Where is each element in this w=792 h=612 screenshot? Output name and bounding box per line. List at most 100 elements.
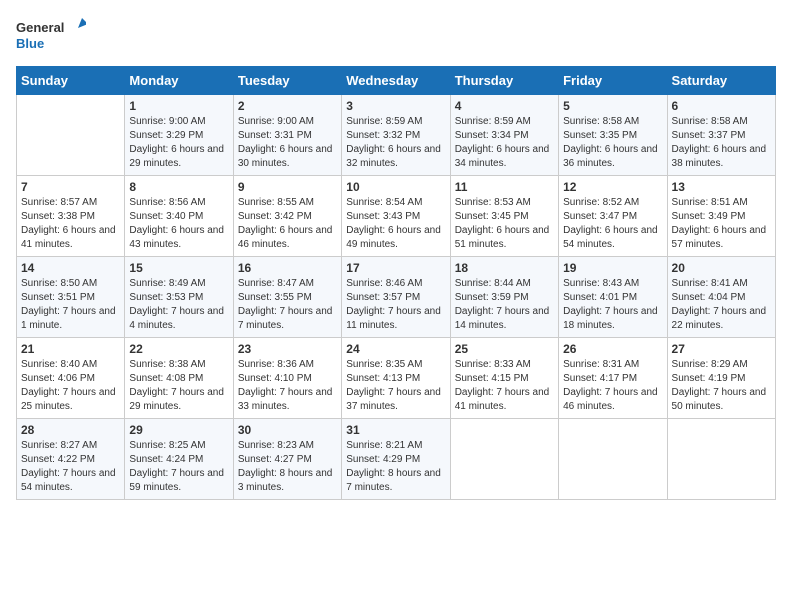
day-info: Sunrise: 8:52 AMSunset: 3:47 PMDaylight:… — [563, 196, 662, 252]
day-number: 20 — [672, 261, 771, 275]
calendar-cell: 30Sunrise: 8:23 AMSunset: 4:27 PMDayligh… — [233, 419, 341, 500]
calendar-cell: 8 Sunrise: 8:56 AMSunset: 3:40 PMDaylight… — [125, 176, 233, 257]
calendar-cell: 11 Sunrise: 8:53 AMSunset: 3:45 PMDayligh… — [450, 176, 558, 257]
day-info: Sunrise: 8:47 AMSunset: 3:55 PMDaylight:… — [238, 277, 337, 333]
day-info: Sunrise: 8:49 AMSunset: 3:53 PMDaylight:… — [129, 277, 228, 333]
calendar-cell: 26 Sunrise: 8:31 AMSunset: 4:17 PMDayligh… — [559, 338, 667, 419]
day-number: 8 — [129, 180, 228, 194]
day-info: Sunrise: 8:53 AMSunset: 3:45 PMDaylight:… — [455, 196, 554, 252]
day-info: Sunrise: 8:36 AMSunset: 4:10 PMDaylight:… — [238, 358, 337, 414]
calendar-page: General Blue Sunday Monday Tuesday Wedne… — [0, 0, 792, 612]
day-info: Sunrise: 8:46 AMSunset: 3:57 PMDaylight:… — [346, 277, 445, 333]
day-number: 26 — [563, 342, 662, 356]
day-info: Sunrise: 8:51 AMSunset: 3:49 PMDaylight:… — [672, 196, 771, 252]
calendar-cell: 17 Sunrise: 8:46 AMSunset: 3:57 PMDayligh… — [342, 257, 450, 338]
day-info: Sunrise: 8:31 AMSunset: 4:17 PMDaylight:… — [563, 358, 662, 414]
day-info: Sunrise: 8:25 AMSunset: 4:24 PMDaylight:… — [129, 439, 228, 495]
calendar-cell: 12 Sunrise: 8:52 AMSunset: 3:47 PMDayligh… — [559, 176, 667, 257]
day-number: 14 — [21, 261, 120, 275]
calendar-cell: 20Sunrise: 8:41 AMSunset: 4:04 PMDayligh… — [667, 257, 775, 338]
calendar-cell: 27 Sunrise: 8:29 AMSunset: 4:19 PMDayligh… — [667, 338, 775, 419]
calendar-table: Sunday Monday Tuesday Wednesday Thursday… — [16, 66, 776, 500]
day-number: 9 — [238, 180, 337, 194]
calendar-cell: 2Sunrise: 9:00 AMSunset: 3:31 PMDaylight… — [233, 95, 341, 176]
day-number: 24 — [346, 342, 445, 356]
day-number: 27 — [672, 342, 771, 356]
day-number: 11 — [455, 180, 554, 194]
calendar-cell: 1 Sunrise: 9:00 AMSunset: 3:29 PMDaylight… — [125, 95, 233, 176]
day-number: 19 — [563, 261, 662, 275]
day-number: 21 — [21, 342, 120, 356]
calendar-cell — [450, 419, 558, 500]
calendar-cell: 23 Sunrise: 8:36 AMSunset: 4:10 PMDayligh… — [233, 338, 341, 419]
day-info: Sunrise: 8:55 AMSunset: 3:42 PMDaylight:… — [238, 196, 337, 252]
day-info: Sunrise: 8:59 AMSunset: 3:34 PMDaylight:… — [455, 115, 554, 171]
calendar-cell: 22 Sunrise: 8:38 AMSunset: 4:08 PMDayligh… — [125, 338, 233, 419]
header-row: Sunday Monday Tuesday Wednesday Thursday… — [17, 67, 776, 95]
day-number: 13 — [672, 180, 771, 194]
day-number: 29 — [129, 423, 228, 437]
day-number: 22 — [129, 342, 228, 356]
calendar-cell: 19Sunrise: 8:43 AMSunset: 4:01 PMDayligh… — [559, 257, 667, 338]
day-number: 28 — [21, 423, 120, 437]
day-number: 10 — [346, 180, 445, 194]
col-friday: Friday — [559, 67, 667, 95]
day-info: Sunrise: 8:23 AMSunset: 4:27 PMDaylight:… — [238, 439, 337, 495]
calendar-cell: 18 Sunrise: 8:44 AMSunset: 3:59 PMDayligh… — [450, 257, 558, 338]
day-number: 5 — [563, 99, 662, 113]
day-info: Sunrise: 8:54 AMSunset: 3:43 PMDaylight:… — [346, 196, 445, 252]
col-thursday: Thursday — [450, 67, 558, 95]
day-number: 25 — [455, 342, 554, 356]
day-info: Sunrise: 8:59 AMSunset: 3:32 PMDaylight:… — [346, 115, 445, 171]
calendar-cell: 14 Sunrise: 8:50 AMSunset: 3:51 PMDayligh… — [17, 257, 125, 338]
day-info: Sunrise: 8:58 AMSunset: 3:35 PMDaylight:… — [563, 115, 662, 171]
day-number: 2 — [238, 99, 337, 113]
svg-text:Blue: Blue — [16, 36, 44, 51]
logo: General Blue — [16, 16, 86, 56]
logo-svg: General Blue — [16, 16, 86, 56]
day-info: Sunrise: 8:38 AMSunset: 4:08 PMDaylight:… — [129, 358, 228, 414]
day-info: Sunrise: 8:21 AMSunset: 4:29 PMDaylight:… — [346, 439, 445, 495]
header: General Blue — [16, 16, 776, 56]
svg-text:General: General — [16, 20, 64, 35]
day-info: Sunrise: 8:40 AMSunset: 4:06 PMDaylight:… — [21, 358, 120, 414]
calendar-cell: 29 Sunrise: 8:25 AMSunset: 4:24 PMDayligh… — [125, 419, 233, 500]
day-number: 1 — [129, 99, 228, 113]
calendar-cell: 28 Sunrise: 8:27 AMSunset: 4:22 PMDayligh… — [17, 419, 125, 500]
day-info: Sunrise: 8:57 AMSunset: 3:38 PMDaylight:… — [21, 196, 120, 252]
day-info: Sunrise: 8:44 AMSunset: 3:59 PMDaylight:… — [455, 277, 554, 333]
calendar-cell: 10 Sunrise: 8:54 AMSunset: 3:43 PMDayligh… — [342, 176, 450, 257]
calendar-cell: 5 Sunrise: 8:58 AMSunset: 3:35 PMDaylight… — [559, 95, 667, 176]
day-info: Sunrise: 8:29 AMSunset: 4:19 PMDaylight:… — [672, 358, 771, 414]
calendar-cell: 9 Sunrise: 8:55 AMSunset: 3:42 PMDaylight… — [233, 176, 341, 257]
calendar-cell: 6 Sunrise: 8:58 AMSunset: 3:37 PMDaylight… — [667, 95, 775, 176]
day-number: 17 — [346, 261, 445, 275]
col-monday: Monday — [125, 67, 233, 95]
day-info: Sunrise: 8:58 AMSunset: 3:37 PMDaylight:… — [672, 115, 771, 171]
day-number: 3 — [346, 99, 445, 113]
calendar-week-row: 28 Sunrise: 8:27 AMSunset: 4:22 PMDayligh… — [17, 419, 776, 500]
calendar-week-row: 21 Sunrise: 8:40 AMSunset: 4:06 PMDayligh… — [17, 338, 776, 419]
day-number: 6 — [672, 99, 771, 113]
day-number: 23 — [238, 342, 337, 356]
day-number: 18 — [455, 261, 554, 275]
calendar-cell: 13 Sunrise: 8:51 AMSunset: 3:49 PMDayligh… — [667, 176, 775, 257]
calendar-cell: 24Sunrise: 8:35 AMSunset: 4:13 PMDayligh… — [342, 338, 450, 419]
day-number: 7 — [21, 180, 120, 194]
calendar-week-row: 14 Sunrise: 8:50 AMSunset: 3:51 PMDayligh… — [17, 257, 776, 338]
calendar-cell: 25Sunrise: 8:33 AMSunset: 4:15 PMDayligh… — [450, 338, 558, 419]
day-info: Sunrise: 8:50 AMSunset: 3:51 PMDaylight:… — [21, 277, 120, 333]
day-number: 12 — [563, 180, 662, 194]
day-number: 31 — [346, 423, 445, 437]
calendar-cell — [17, 95, 125, 176]
calendar-week-row: 1 Sunrise: 9:00 AMSunset: 3:29 PMDaylight… — [17, 95, 776, 176]
calendar-cell: 3 Sunrise: 8:59 AMSunset: 3:32 PMDaylight… — [342, 95, 450, 176]
day-info: Sunrise: 8:56 AMSunset: 3:40 PMDaylight:… — [129, 196, 228, 252]
calendar-cell: 21 Sunrise: 8:40 AMSunset: 4:06 PMDayligh… — [17, 338, 125, 419]
day-number: 16 — [238, 261, 337, 275]
calendar-cell: 31 Sunrise: 8:21 AMSunset: 4:29 PMDayligh… — [342, 419, 450, 500]
day-info: Sunrise: 8:27 AMSunset: 4:22 PMDaylight:… — [21, 439, 120, 495]
day-info: Sunrise: 9:00 AMSunset: 3:29 PMDaylight:… — [129, 115, 228, 171]
day-number: 4 — [455, 99, 554, 113]
col-tuesday: Tuesday — [233, 67, 341, 95]
